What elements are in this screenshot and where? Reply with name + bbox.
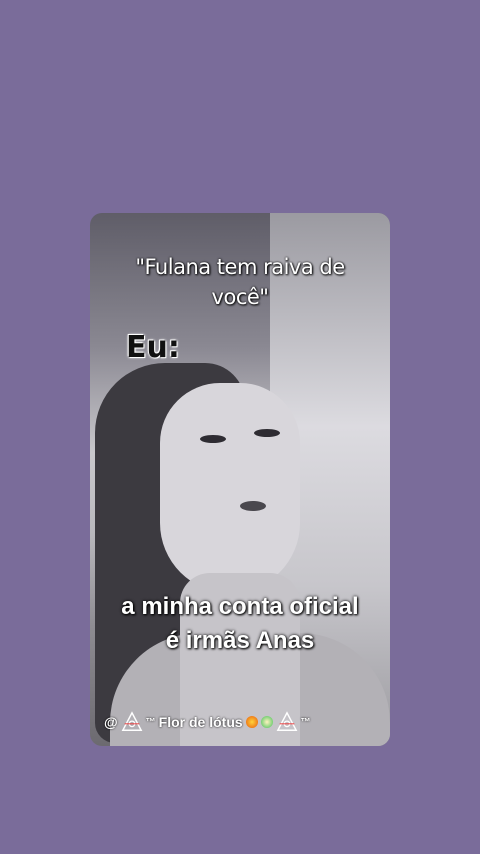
photo-face (160, 383, 300, 593)
watermark-name: Flor de lótus (158, 714, 243, 730)
photo-eye-right (254, 429, 280, 437)
triangle-eye-icon (121, 711, 143, 731)
watermark-at: @ (104, 714, 118, 730)
watermark-tm-1: ™ (145, 716, 156, 728)
caption-top: "Fulana tem raiva de você" (135, 255, 345, 309)
photo-mouth (240, 501, 266, 511)
flower-emoji-icon (260, 716, 273, 728)
label-eu: Eu: (126, 330, 180, 365)
explosion-emoji-icon (245, 716, 258, 728)
watermark-tm-2: ™ (300, 716, 311, 728)
photo-eye-left (200, 435, 226, 443)
caption-bottom-line1: a minha conta oficial (121, 593, 359, 620)
triangle-eye-icon-2 (276, 711, 298, 731)
watermark: @ ™ Flor de lótus ™ (104, 709, 384, 735)
caption-bottom: a minha conta oficial é irmãs Anas (90, 590, 390, 658)
caption-bottom-line2: é irmãs Anas (165, 627, 315, 654)
